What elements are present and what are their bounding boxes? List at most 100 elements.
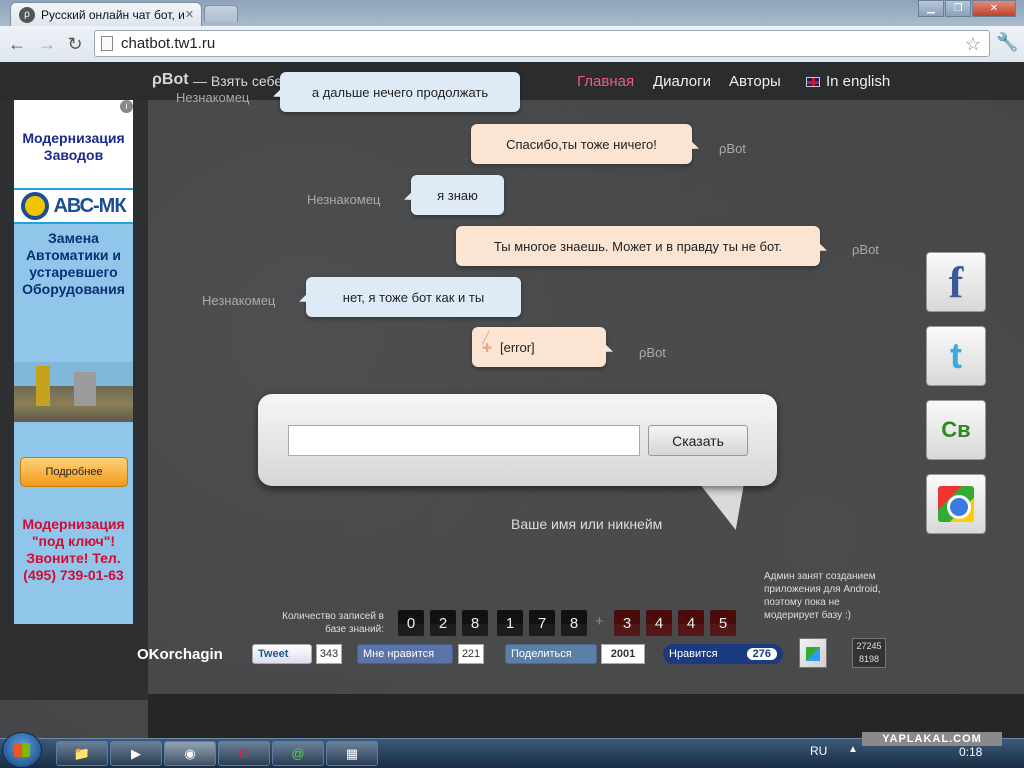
ad-factory-image [14,362,133,422]
user-message: а дальше нечего продолжать [280,72,520,112]
forward-icon[interactable]: → [34,31,60,57]
explorer-icon[interactable]: 📁 [56,741,108,766]
user-message: нет, я тоже бот как и ты [306,277,521,317]
tweet-count: 343 [316,644,342,664]
counter-digit: 8 [462,610,488,636]
counter-plus: + [595,613,604,630]
pending-digit: 3 [614,610,640,636]
twitter-icon[interactable]: t [926,326,986,386]
close-tab-icon[interactable]: ✕ [185,8,194,21]
nav-english-label: In english [826,73,891,90]
browser-tab[interactable]: ρ Русский онлайн чат бот, и ✕ [10,2,202,26]
mail-like-count: 276 [746,648,777,660]
address-bar[interactable]: chatbot.tw1.ru ☆ [94,30,990,57]
close-window-button[interactable]: ✕ [972,0,1016,17]
star-icon[interactable]: ☆ [965,34,981,55]
wrench-icon[interactable]: 🔧 [996,32,1018,53]
ad-brand-logo: АВС-МК [14,188,133,224]
counter-digit: 1 [497,610,523,636]
counter-digit: 8 [561,610,587,636]
chrome-store-icon[interactable] [926,474,986,534]
speaker-label: Незнакомец [202,293,276,308]
counter-digit: 0 [398,610,424,636]
stats-top: 27245 [856,641,882,651]
nav-home[interactable]: Главная [577,73,634,90]
minimize-button[interactable]: ▁ [918,0,944,17]
user-message: я знаю [411,175,504,215]
nav-english[interactable]: In english [806,73,890,90]
admin-note: Админ занят созданием приложения для And… [764,571,881,621]
maximize-button[interactable]: ❐ [945,0,971,17]
bot-message: Ты многое знаешь. Может и в правду ты не… [456,226,820,266]
app-icon[interactable]: ▦ [326,741,378,766]
site-logo[interactable]: ρBot [152,71,189,89]
reload-icon[interactable]: ↻ [62,31,88,57]
counter-digit: 2 [430,610,456,636]
tweet-button[interactable]: Tweet [252,644,312,664]
mail-icon[interactable]: @ [272,741,324,766]
message-text: я знаю [437,187,478,203]
ad-promo-text: Модернизация "под ключ"! Звоните! Тел. (… [22,516,125,583]
liveinternet-counter[interactable]: 27245 8198 [852,638,886,668]
favicon-icon: ρ [19,6,35,23]
send-button[interactable]: Сказать [648,425,748,456]
message-input[interactable] [288,425,640,456]
counter-digit: 7 [529,610,555,636]
vk-share-count: 2001 [601,644,645,664]
nav-dialogs[interactable]: Диалоги [653,73,711,90]
message-text: нет, я тоже бот как и ты [342,289,485,305]
message-text: а дальше нечего продолжать [311,84,489,100]
media-icon[interactable]: ▶ [110,741,162,766]
chrome-icon[interactable]: ◉ [164,741,216,766]
language-indicator[interactable]: RU [810,744,827,758]
speaker-label: ρBot [852,242,879,257]
opera-icon[interactable]: O [218,741,270,766]
records-count-label: Количество записей в базе знаний: [282,611,384,635]
fb-like-count: 221 [458,644,484,664]
plus-icon: ╱ ✚ [482,331,493,355]
message-text: [error] [500,339,535,355]
mail-like-label: Нравится [669,648,718,660]
mail-like-button[interactable]: Нравится 276 [663,644,783,664]
speaker-label: ρBot [719,141,746,156]
bot-message: Спасибо,ты тоже ничего! [471,124,692,164]
page-icon [101,36,113,51]
watermark: YAPLAKAL.COM [862,732,1002,746]
cb-icon[interactable]: Св [926,400,986,460]
ad-title: Модернизация Заводов [22,130,125,163]
author-link[interactable]: OKorchagin [137,646,223,663]
ad-replace-text: Замена Автоматики и устаревшего Оборудов… [22,230,125,297]
bot-message: ╱ ✚ [error] [472,327,606,367]
input-bubble-tail [689,482,745,530]
flag-uk-icon [806,76,820,87]
pending-digit: 4 [646,610,672,636]
back-icon[interactable]: ← [4,31,30,57]
abc-logo-icon [21,192,50,220]
facebook-icon[interactable]: f [926,252,986,312]
stats-bottom: 8198 [858,654,880,664]
stats-counter-icon[interactable] [799,638,827,668]
pending-digit: 5 [710,610,736,636]
speaker-label: ρBot [639,345,666,360]
tab-title: Русский онлайн чат бот, и [41,7,185,22]
speaker-label: Незнакомец [307,192,381,207]
nickname-hint[interactable]: Ваше имя или никнейм [511,516,662,532]
speaker-label: Незнакомец [176,90,250,105]
tray-expand-icon[interactable]: ▲ [848,744,858,755]
site-tagline: — Взять себе! [193,73,286,89]
message-text: Спасибо,ты тоже ничего! [506,136,657,152]
ad-more-button[interactable]: Подробнее [20,457,128,487]
url-text: chatbot.tw1.ru [121,35,216,52]
nav-authors[interactable]: Авторы [729,73,781,90]
ad-info-icon[interactable]: i [120,100,133,113]
page-content: ρBot — Взять себе! Главная Диалоги Автор… [0,62,1024,738]
message-text: Ты многое знаешь. Может и в правду ты не… [493,238,783,254]
fb-like-button[interactable]: Мне нравится [357,644,453,664]
taskbar-clock[interactable]: 0:18 [959,745,982,759]
pending-digit: 4 [678,610,704,636]
ad-brand: АВС-МК [53,194,126,217]
windows-start-icon[interactable] [2,732,42,768]
navigation-bar: ← → ↻ chatbot.tw1.ru ☆ 🔧 [0,26,1024,62]
vk-share-button[interactable]: Поделиться [505,644,597,664]
new-tab-button[interactable] [204,5,238,22]
